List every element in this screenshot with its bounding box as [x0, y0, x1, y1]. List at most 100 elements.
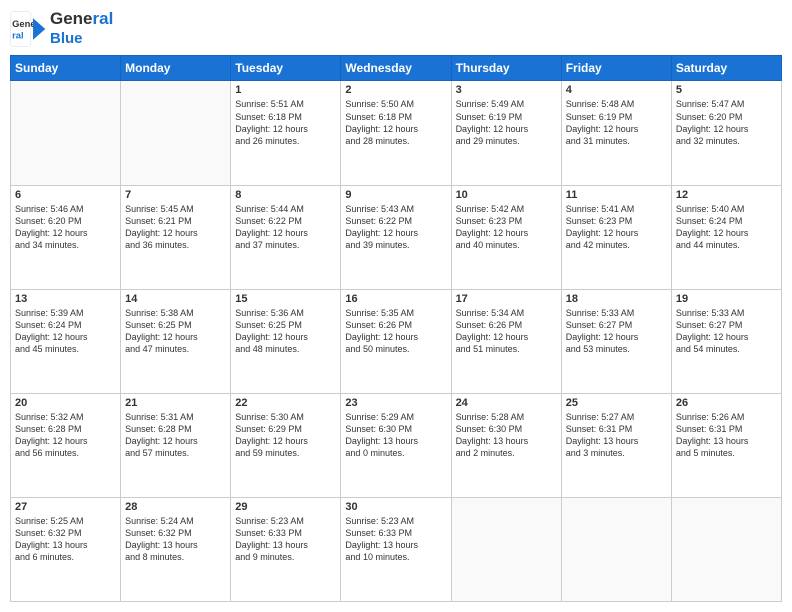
calendar-cell: 13Sunrise: 5:39 AM Sunset: 6:24 PM Dayli…	[11, 289, 121, 393]
calendar-cell: 19Sunrise: 5:33 AM Sunset: 6:27 PM Dayli…	[671, 289, 781, 393]
logo-svg: Gene- ral	[10, 11, 46, 47]
weekday-tuesday: Tuesday	[231, 56, 341, 81]
calendar-cell: 3 Sunrise: 5:49 AM Sunset: 6:19 PM Daylig…	[451, 81, 561, 185]
day-info: Sunrise: 5:28 AM Sunset: 6:30 PM Dayligh…	[456, 411, 557, 460]
day-info: Sunrise: 5:47 AM Sunset: 6:20 PM Dayligh…	[676, 98, 777, 147]
calendar-cell: 2 Sunrise: 5:50 AM Sunset: 6:18 PM Daylig…	[341, 81, 451, 185]
day-number: 1	[235, 84, 336, 96]
day-number: 28	[125, 501, 226, 513]
calendar-cell: 22 Sunrise: 5:30 AM Sunset: 6:29 PM Dayli…	[231, 393, 341, 497]
calendar-cell: 24 Sunrise: 5:28 AM Sunset: 6:30 PM Dayli…	[451, 393, 561, 497]
day-info: Sunrise: 5:33 AM Sunset: 6:27 PM Dayligh…	[566, 307, 667, 356]
day-number: 3	[456, 84, 557, 96]
day-number: 2	[345, 84, 446, 96]
day-info: Sunrise: 5:40 AM Sunset: 6:24 PM Dayligh…	[676, 203, 777, 252]
calendar-cell: 18 Sunrise: 5:33 AM Sunset: 6:27 PM Dayli…	[561, 289, 671, 393]
logo: Gene- ral GeneralBlue	[10, 10, 113, 47]
calendar-cell: 20 Sunrise: 5:32 AM Sunset: 6:28 PM Dayli…	[11, 393, 121, 497]
calendar-cell: 28Sunrise: 5:24 AM Sunset: 6:32 PM Dayli…	[121, 497, 231, 601]
week-row-1: 6Sunrise: 5:46 AM Sunset: 6:20 PM Daylig…	[11, 185, 782, 289]
day-info: Sunrise: 5:42 AM Sunset: 6:23 PM Dayligh…	[456, 203, 557, 252]
day-info: Sunrise: 5:27 AM Sunset: 6:31 PM Dayligh…	[566, 411, 667, 460]
calendar-cell: 4 Sunrise: 5:48 AM Sunset: 6:19 PM Daylig…	[561, 81, 671, 185]
day-number: 15	[235, 293, 336, 305]
calendar-cell: 1 Sunrise: 5:51 AM Sunset: 6:18 PM Daylig…	[231, 81, 341, 185]
day-info: Sunrise: 5:45 AM Sunset: 6:21 PM Dayligh…	[125, 203, 226, 252]
day-number: 22	[235, 397, 336, 409]
weekday-sunday: Sunday	[11, 56, 121, 81]
calendar-cell: 9 Sunrise: 5:43 AM Sunset: 6:22 PM Daylig…	[341, 185, 451, 289]
day-number: 17	[456, 293, 557, 305]
day-info: Sunrise: 5:50 AM Sunset: 6:18 PM Dayligh…	[345, 98, 446, 147]
day-info: Sunrise: 5:30 AM Sunset: 6:29 PM Dayligh…	[235, 411, 336, 460]
day-info: Sunrise: 5:36 AM Sunset: 6:25 PM Dayligh…	[235, 307, 336, 356]
day-info: Sunrise: 5:41 AM Sunset: 6:23 PM Dayligh…	[566, 203, 667, 252]
day-number: 25	[566, 397, 667, 409]
week-row-0: 1 Sunrise: 5:51 AM Sunset: 6:18 PM Daylig…	[11, 81, 782, 185]
day-info: Sunrise: 5:25 AM Sunset: 6:32 PM Dayligh…	[15, 515, 116, 564]
day-info: Sunrise: 5:49 AM Sunset: 6:19 PM Dayligh…	[456, 98, 557, 147]
week-row-4: 27 Sunrise: 5:25 AM Sunset: 6:32 PM Dayli…	[11, 497, 782, 601]
day-number: 11	[566, 189, 667, 201]
day-number: 4	[566, 84, 667, 96]
weekday-friday: Friday	[561, 56, 671, 81]
day-number: 13	[15, 293, 116, 305]
calendar-cell: 14 Sunrise: 5:38 AM Sunset: 6:25 PM Dayli…	[121, 289, 231, 393]
day-number: 23	[345, 397, 446, 409]
day-number: 27	[15, 501, 116, 513]
day-number: 30	[345, 501, 446, 513]
calendar-cell: 12 Sunrise: 5:40 AM Sunset: 6:24 PM Dayli…	[671, 185, 781, 289]
calendar-cell	[451, 497, 561, 601]
calendar-cell: 30 Sunrise: 5:23 AM Sunset: 6:33 PM Dayli…	[341, 497, 451, 601]
day-number: 8	[235, 189, 336, 201]
day-number: 21	[125, 397, 226, 409]
weekday-monday: Monday	[121, 56, 231, 81]
day-info: Sunrise: 5:51 AM Sunset: 6:18 PM Dayligh…	[235, 98, 336, 147]
weekday-header-row: SundayMondayTuesdayWednesdayThursdayFrid…	[11, 56, 782, 81]
day-number: 18	[566, 293, 667, 305]
day-number: 7	[125, 189, 226, 201]
day-info: Sunrise: 5:44 AM Sunset: 6:22 PM Dayligh…	[235, 203, 336, 252]
day-info: Sunrise: 5:38 AM Sunset: 6:25 PM Dayligh…	[125, 307, 226, 356]
day-number: 26	[676, 397, 777, 409]
calendar-cell: 8 Sunrise: 5:44 AM Sunset: 6:22 PM Daylig…	[231, 185, 341, 289]
calendar-cell: 17 Sunrise: 5:34 AM Sunset: 6:26 PM Dayli…	[451, 289, 561, 393]
day-number: 20	[15, 397, 116, 409]
day-info: Sunrise: 5:23 AM Sunset: 6:33 PM Dayligh…	[345, 515, 446, 564]
calendar-cell: 10Sunrise: 5:42 AM Sunset: 6:23 PM Dayli…	[451, 185, 561, 289]
calendar-cell: 26Sunrise: 5:26 AM Sunset: 6:31 PM Dayli…	[671, 393, 781, 497]
weekday-saturday: Saturday	[671, 56, 781, 81]
calendar-cell: 15 Sunrise: 5:36 AM Sunset: 6:25 PM Dayli…	[231, 289, 341, 393]
logo-wordmark: GeneralBlue	[50, 10, 113, 47]
page: Gene- ral GeneralBlue SundayMondayTuesda…	[0, 0, 792, 612]
day-info: Sunrise: 5:34 AM Sunset: 6:26 PM Dayligh…	[456, 307, 557, 356]
calendar-cell: 29 Sunrise: 5:23 AM Sunset: 6:33 PM Dayli…	[231, 497, 341, 601]
calendar-cell	[121, 81, 231, 185]
calendar-cell: 11 Sunrise: 5:41 AM Sunset: 6:23 PM Dayli…	[561, 185, 671, 289]
day-info: Sunrise: 5:23 AM Sunset: 6:33 PM Dayligh…	[235, 515, 336, 564]
calendar-cell: 23Sunrise: 5:29 AM Sunset: 6:30 PM Dayli…	[341, 393, 451, 497]
day-number: 29	[235, 501, 336, 513]
week-row-2: 13Sunrise: 5:39 AM Sunset: 6:24 PM Dayli…	[11, 289, 782, 393]
week-row-3: 20 Sunrise: 5:32 AM Sunset: 6:28 PM Dayli…	[11, 393, 782, 497]
calendar-cell: 5 Sunrise: 5:47 AM Sunset: 6:20 PM Daylig…	[671, 81, 781, 185]
day-number: 9	[345, 189, 446, 201]
day-number: 12	[676, 189, 777, 201]
day-info: Sunrise: 5:43 AM Sunset: 6:22 PM Dayligh…	[345, 203, 446, 252]
calendar-cell: 6Sunrise: 5:46 AM Sunset: 6:20 PM Daylig…	[11, 185, 121, 289]
day-number: 5	[676, 84, 777, 96]
header: Gene- ral GeneralBlue	[10, 10, 782, 47]
day-info: Sunrise: 5:33 AM Sunset: 6:27 PM Dayligh…	[676, 307, 777, 356]
calendar-cell	[561, 497, 671, 601]
day-number: 24	[456, 397, 557, 409]
day-number: 14	[125, 293, 226, 305]
day-info: Sunrise: 5:35 AM Sunset: 6:26 PM Dayligh…	[345, 307, 446, 356]
weekday-thursday: Thursday	[451, 56, 561, 81]
day-info: Sunrise: 5:48 AM Sunset: 6:19 PM Dayligh…	[566, 98, 667, 147]
day-info: Sunrise: 5:31 AM Sunset: 6:28 PM Dayligh…	[125, 411, 226, 460]
day-info: Sunrise: 5:46 AM Sunset: 6:20 PM Dayligh…	[15, 203, 116, 252]
calendar-cell: 27 Sunrise: 5:25 AM Sunset: 6:32 PM Dayli…	[11, 497, 121, 601]
calendar-cell	[11, 81, 121, 185]
svg-text:ral: ral	[12, 30, 23, 40]
day-info: Sunrise: 5:32 AM Sunset: 6:28 PM Dayligh…	[15, 411, 116, 460]
